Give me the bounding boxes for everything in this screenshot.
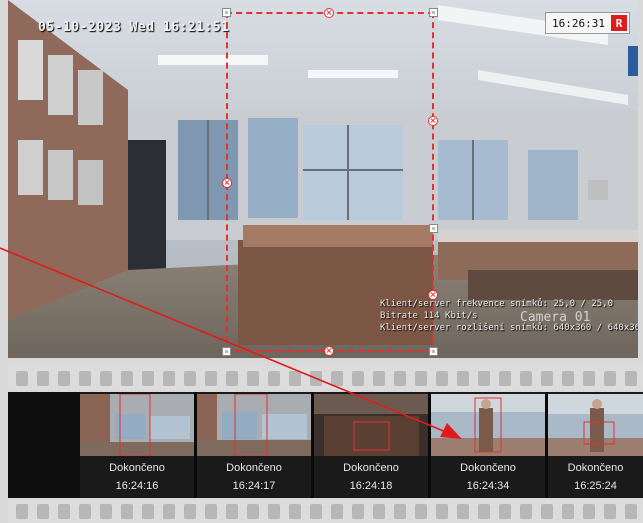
camera-view[interactable]: 05-10-2023 Wed 16:21:51 16:26:31 R × × ×… <box>8 0 638 358</box>
stream-stats: Klient/server frekvence snímků: 25,0 / 2… <box>380 298 638 334</box>
roi-remove-node[interactable]: × <box>324 8 334 18</box>
thumbnail-time: 16:24:18 <box>349 480 393 492</box>
stats-frame-rate: Klient/server frekvence snímků: 25,0 / 2… <box>380 299 613 309</box>
recording-badge[interactable]: R <box>611 15 627 31</box>
thumbnail-status: Dokončeno <box>343 462 399 474</box>
thumbnail-image <box>431 394 545 456</box>
roi-remove-node[interactable]: × <box>222 178 232 188</box>
thumbnail-time: 16:25:24 <box>574 480 617 492</box>
thumbnail-status: Dokončeno <box>109 462 165 474</box>
side-panel-tab[interactable] <box>628 46 638 76</box>
event-thumbnail[interactable]: Dokončeno 16:24:17 <box>197 392 311 498</box>
event-thumbnail[interactable]: Dokončeno 16:24:34 <box>431 392 545 498</box>
clock-text: 16:26:31 <box>552 16 605 30</box>
thumbnail-time: 16:24:17 <box>232 480 276 492</box>
filmstrip-top-border <box>8 366 643 390</box>
roi-corner-handle[interactable] <box>222 347 231 356</box>
thumbnail-placeholder <box>8 392 80 498</box>
thumbnail-image <box>197 394 311 456</box>
thumbnail-status: Dokončeno <box>226 462 282 474</box>
thumbnail-time: 16:24:34 <box>466 480 510 492</box>
thumbnail-status: Dokončeno <box>460 462 516 474</box>
thumbnail-status: Dokončeno <box>567 462 624 474</box>
thumbnail-image <box>314 394 428 456</box>
event-thumbnail[interactable]: Dokončeno 16:25:24 <box>548 392 643 498</box>
event-thumbnail-strip[interactable]: Dokončeno 16:24:16 Dokončeno 16:24:17 Do… <box>8 392 643 498</box>
roi-corner-handle[interactable] <box>222 8 231 17</box>
thumbnail-time: 16:24:16 <box>115 480 159 492</box>
osd-datetime: 05-10-2023 Wed 16:21:51 <box>38 20 230 35</box>
stats-resolution: Klient/server rozlišení snímků: 640x360 … <box>380 323 638 333</box>
roi-remove-node[interactable]: × <box>324 346 334 356</box>
filmstrip-bottom-border <box>8 499 643 523</box>
event-thumbnail[interactable]: Dokončeno 16:24:18 <box>314 392 428 498</box>
roi-corner-handle[interactable] <box>429 8 438 17</box>
roi-remove-node[interactable]: × <box>428 116 438 126</box>
clock-display: 16:26:31 R <box>545 12 630 34</box>
stats-bitrate: Bitrate 114 Kbit/s <box>380 311 478 321</box>
thumbnail-image <box>80 394 194 456</box>
thumbnail-image <box>548 394 643 456</box>
camera-name: Camera 01 <box>520 310 591 325</box>
event-thumbnail[interactable]: Dokončeno 16:24:16 <box>80 392 194 498</box>
roi-corner-handle[interactable] <box>429 347 438 356</box>
roi-edge-handle[interactable] <box>429 224 438 233</box>
